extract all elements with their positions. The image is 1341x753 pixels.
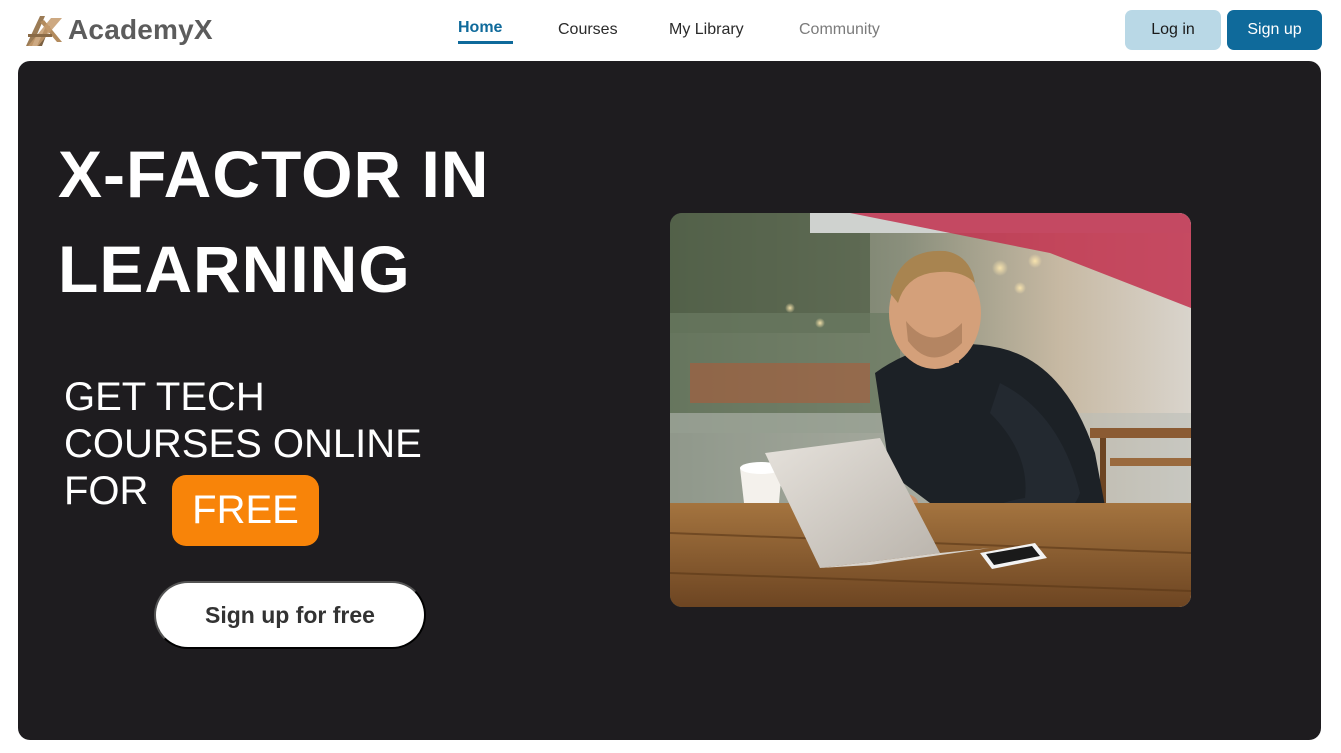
- hero-image: [670, 213, 1191, 607]
- man-with-laptop-photo: [670, 213, 1191, 607]
- hero-title-line: X-FACTOR IN: [58, 137, 490, 211]
- nav-item-home[interactable]: Home: [458, 18, 502, 38]
- nav-active-underline: [458, 41, 513, 44]
- brand-name: AcademyX: [68, 14, 213, 45]
- free-badge: FREE: [172, 475, 319, 546]
- signup-free-button[interactable]: Sign up for free: [154, 581, 426, 649]
- nav-item-my-library[interactable]: My Library: [669, 20, 744, 40]
- signup-button[interactable]: Sign up: [1227, 10, 1322, 50]
- hero-title-line: LEARNING: [58, 232, 411, 306]
- nav-item-community[interactable]: Community: [799, 20, 880, 40]
- nav-item-courses[interactable]: Courses: [558, 20, 618, 40]
- hero-title: X-FACTOR IN LEARNING: [58, 127, 618, 317]
- top-navigation-bar: AcademyX Home Courses My Library Communi…: [0, 0, 1341, 60]
- hero-subtitle-line: GET TECH: [64, 375, 265, 419]
- brand[interactable]: AcademyX: [24, 12, 213, 48]
- login-button[interactable]: Log in: [1125, 10, 1221, 50]
- hero-section: X-FACTOR IN LEARNING GET TECH COURSES ON…: [18, 61, 1321, 740]
- hero-subtitle-line: COURSES ONLINE: [64, 422, 422, 466]
- academyx-logo-icon: [26, 16, 62, 46]
